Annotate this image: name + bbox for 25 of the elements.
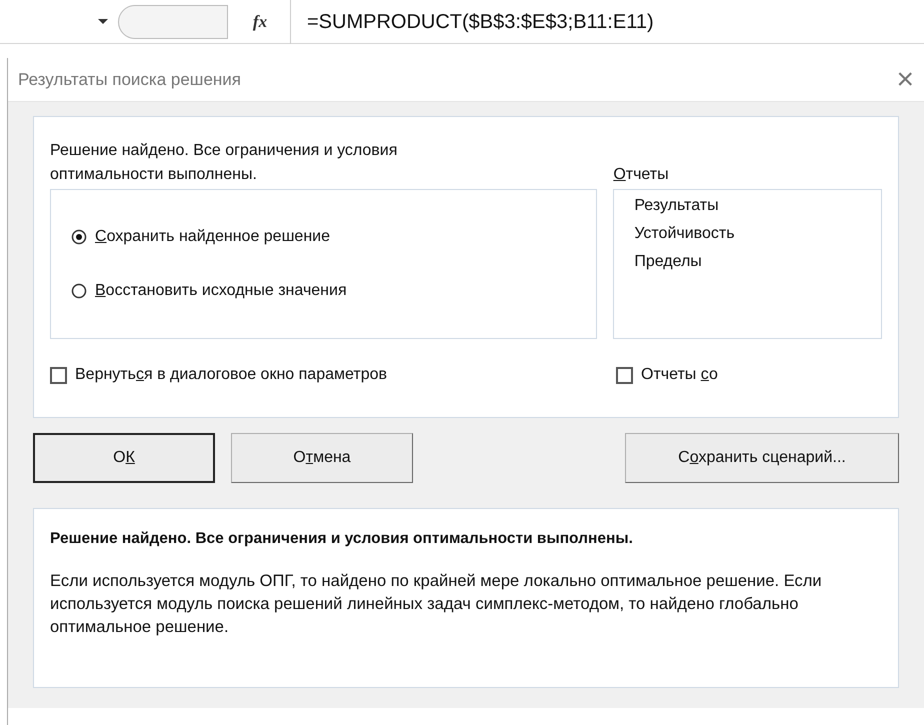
checkbox-label[interactable]: Вернуться в диалоговое окно параметров [75,363,387,387]
list-item[interactable]: Результаты [634,192,719,220]
formula-text[interactable]: =SUMPRODUCT($B$3:$E$3;B11:E11) [307,6,654,36]
checkbox[interactable] [50,366,67,384]
info-title: Решение найдено. Все ограничения и условия оптимальности выполнены. [50,529,634,549]
dialog-button[interactable]: Отмена [231,433,413,483]
close-button[interactable]: × [896,64,914,94]
function-button[interactable]: fx [230,8,290,34]
reports-label: Отчеты [613,165,670,185]
radio-label[interactable]: Восстановить исходные значения [95,279,347,303]
radio-label[interactable]: Сохранить найденное решение [95,225,330,249]
radio-button[interactable] [71,283,87,299]
list-item[interactable]: Устойчивость [634,220,735,248]
formula-bar-handle[interactable] [118,4,228,38]
dropdown-arrow-icon[interactable] [98,19,108,24]
checkbox[interactable] [616,366,633,384]
reports-list[interactable]: Результаты Устойчивость Пределы [613,189,882,339]
window-title: Результаты поиска решения [18,68,242,91]
radio-button[interactable] [71,229,87,245]
save-scenario-button[interactable]: Сохранить сценарий... [625,433,899,483]
checkbox-label[interactable]: Отчеты со [641,363,718,387]
status-message: Решение найдено. Все ограничения и условия оптимальности выполнены. [50,141,398,185]
info-text: Если используется модуль ОПГ, то найдено по крайней мере локально оптимальное решение. Если используется модуль поиска решений линейных задач симплекс-методом, то найдено глобально оптимальное решение. [50,571,823,638]
list-item[interactable]: Пределы [634,248,702,276]
dialog-button[interactable]: ОК [33,433,215,483]
